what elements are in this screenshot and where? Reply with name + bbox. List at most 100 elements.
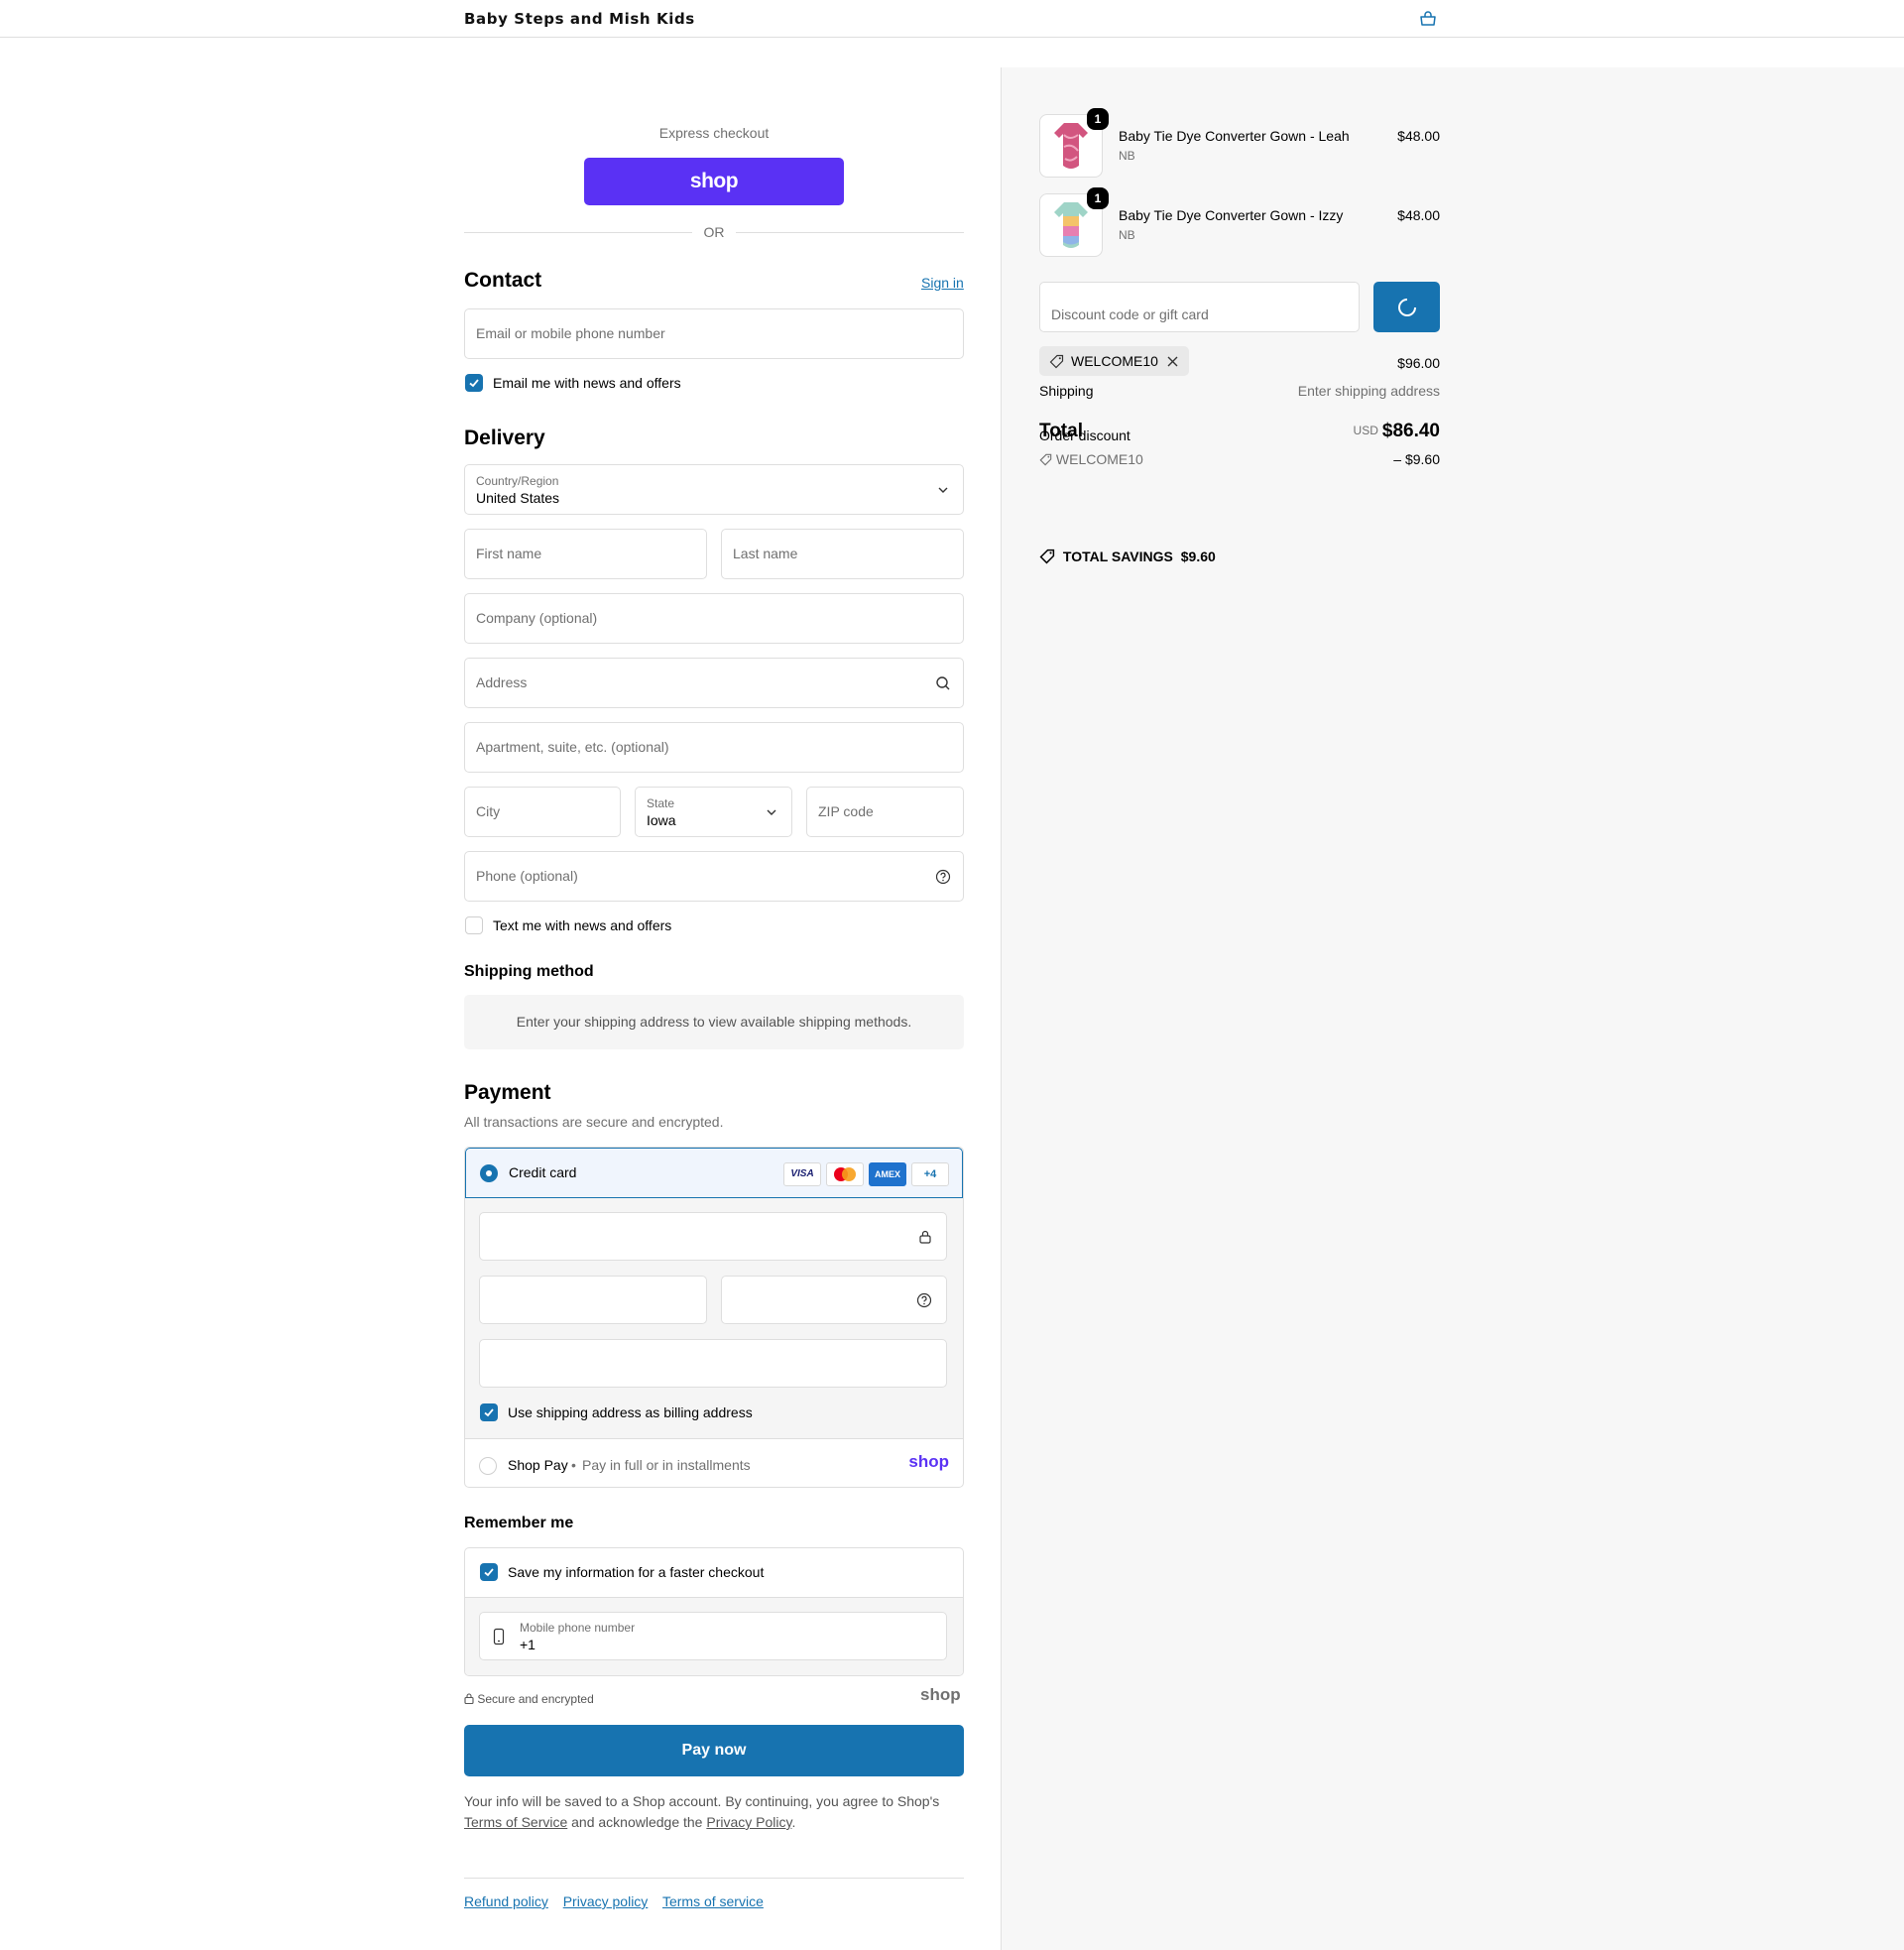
phone-field[interactable]: Phone (optional) — [464, 851, 964, 902]
mastercard-icon — [826, 1162, 864, 1186]
city-field[interactable]: City — [464, 787, 621, 837]
refund-policy-link[interactable]: Refund policy — [464, 1893, 548, 1909]
payment-methods: Credit card VISA AMEX +4 Use shipping ad… — [464, 1147, 964, 1488]
subtotal-value: $96.00 — [1397, 355, 1440, 371]
total-currency: USD — [1353, 424, 1378, 437]
product-price: $48.00 — [1397, 207, 1440, 223]
or-label: OR — [703, 224, 725, 240]
billing-address-checkbox[interactable] — [480, 1403, 498, 1421]
payment-title: Payment — [464, 1081, 551, 1104]
shipping-value: Enter shipping address — [1297, 383, 1440, 399]
zip-field[interactable]: ZIP code — [806, 787, 964, 837]
product-variant: NB — [1119, 149, 1135, 163]
shipping-method-title: Shipping method — [464, 963, 594, 980]
spinner-icon — [1398, 299, 1416, 316]
remember-me-box: Save my information for a faster checkou… — [464, 1547, 964, 1676]
savings-value: $9.60 — [1180, 548, 1216, 564]
shop-terms-link[interactable]: Terms of Service — [464, 1814, 567, 1830]
pay-now-button[interactable]: Pay now — [464, 1725, 964, 1776]
help-icon[interactable] — [935, 869, 951, 885]
close-icon[interactable] — [1167, 356, 1178, 367]
last-name-placeholder: Last name — [733, 546, 798, 561]
terms-of-service-link[interactable]: Terms of service — [662, 1893, 764, 1909]
check-icon — [484, 1408, 494, 1417]
shop-pay-express-button[interactable]: shop — [584, 158, 844, 205]
discount-value: – $9.60 — [1393, 451, 1440, 467]
store-name[interactable]: Baby Steps and Mish Kids — [464, 10, 695, 28]
top-bar: Baby Steps and Mish Kids — [0, 0, 1904, 38]
country-value: United States — [476, 490, 560, 506]
applied-code: WELCOME10 — [1071, 353, 1158, 369]
shop-pay-label: Shop Pay — [508, 1457, 568, 1473]
check-icon — [469, 379, 479, 388]
apply-discount-button[interactable] — [1373, 282, 1440, 332]
check-icon — [484, 1568, 494, 1577]
product-variant: NB — [1119, 228, 1135, 242]
express-checkout-label: Express checkout — [658, 125, 770, 141]
discount-code-row: WELCOME10 — [1039, 451, 1143, 467]
legal-and: and acknowledge the — [571, 1814, 703, 1830]
amex-icon: AMEX — [869, 1162, 906, 1186]
product-name: Baby Tie Dye Converter Gown - Izzy — [1119, 207, 1344, 223]
apartment-field[interactable]: Apartment, suite, etc. (optional) — [464, 722, 964, 773]
legal-text: Your info will be saved to a Shop accoun… — [464, 1791, 964, 1833]
sign-in-link[interactable]: Sign in — [921, 275, 964, 291]
contact-title: Contact — [464, 269, 542, 292]
credit-card-option[interactable]: Credit card VISA AMEX +4 — [465, 1148, 963, 1198]
last-name-field[interactable]: Last name — [721, 529, 964, 579]
save-info-label: Save my information for a faster checkou… — [508, 1564, 765, 1580]
billing-address-label: Use shipping address as billing address — [508, 1404, 753, 1420]
state-value: Iowa — [647, 812, 676, 828]
email-news-checkbox[interactable] — [465, 374, 483, 392]
payment-subtitle: All transactions are secure and encrypte… — [464, 1114, 724, 1130]
bag-icon[interactable] — [1418, 9, 1438, 29]
tag-icon — [1039, 548, 1055, 564]
discount-code-field[interactable]: Discount code or gift card — [1039, 282, 1360, 332]
text-news-checkbox[interactable] — [465, 916, 483, 934]
first-name-placeholder: First name — [476, 546, 542, 561]
legal-line1: Your info will be saved to a Shop accoun… — [464, 1793, 940, 1809]
tag-icon — [1049, 354, 1064, 369]
email-field[interactable]: Email or mobile phone number — [464, 308, 964, 359]
first-name-field[interactable]: First name — [464, 529, 707, 579]
security-code-field[interactable] — [721, 1276, 947, 1324]
address-field[interactable]: Address — [464, 658, 964, 708]
company-field[interactable]: Company (optional) — [464, 593, 964, 644]
shop-pay-option[interactable]: Shop Pay • Pay in full or in installment… — [465, 1440, 963, 1487]
expiration-field[interactable] — [479, 1276, 707, 1324]
country-select[interactable]: Country/Region United States — [464, 464, 964, 515]
total-amount: USD $86.40 — [1354, 421, 1440, 442]
savings-label: TOTAL SAVINGS — [1062, 548, 1173, 564]
name-on-card-field[interactable] — [479, 1339, 947, 1388]
apartment-placeholder: Apartment, suite, etc. (optional) — [476, 739, 669, 755]
address-placeholder: Address — [476, 674, 528, 690]
shipping-method-message: Enter your shipping address to view avai… — [464, 995, 964, 1049]
privacy-policy-link[interactable]: Privacy policy — [563, 1893, 649, 1909]
state-label: State — [647, 796, 675, 810]
mobile-phone-value: +1 — [520, 1637, 536, 1652]
email-placeholder: Email or mobile phone number — [476, 325, 665, 341]
lock-icon — [464, 1693, 474, 1705]
mobile-phone-field[interactable]: Mobile phone number +1 — [479, 1612, 947, 1660]
search-icon — [936, 676, 950, 690]
lock-icon — [919, 1230, 931, 1244]
mobile-phone-label: Mobile phone number — [520, 1621, 636, 1635]
country-label: Country/Region — [476, 474, 559, 488]
company-placeholder: Company (optional) — [476, 610, 598, 626]
quantity-badge: 1 — [1087, 108, 1109, 130]
help-icon[interactable] — [916, 1292, 932, 1308]
state-select[interactable]: State Iowa — [635, 787, 792, 837]
text-news-label: Text me with news and offers — [493, 917, 672, 933]
credit-card-panel: Use shipping address as billing address — [465, 1198, 963, 1439]
save-info-checkbox[interactable] — [480, 1563, 498, 1581]
credit-card-radio[interactable] — [480, 1164, 498, 1182]
shop-privacy-link[interactable]: Privacy Policy — [706, 1814, 791, 1830]
visa-icon: VISA — [783, 1162, 821, 1186]
or-divider: OR — [464, 223, 964, 241]
city-placeholder: City — [476, 803, 501, 819]
footer-divider — [464, 1878, 964, 1879]
product-price: $48.00 — [1397, 128, 1440, 144]
card-number-field[interactable] — [479, 1212, 947, 1261]
shop-pay-radio[interactable] — [479, 1457, 497, 1475]
more-cards-badge: +4 — [911, 1162, 949, 1186]
